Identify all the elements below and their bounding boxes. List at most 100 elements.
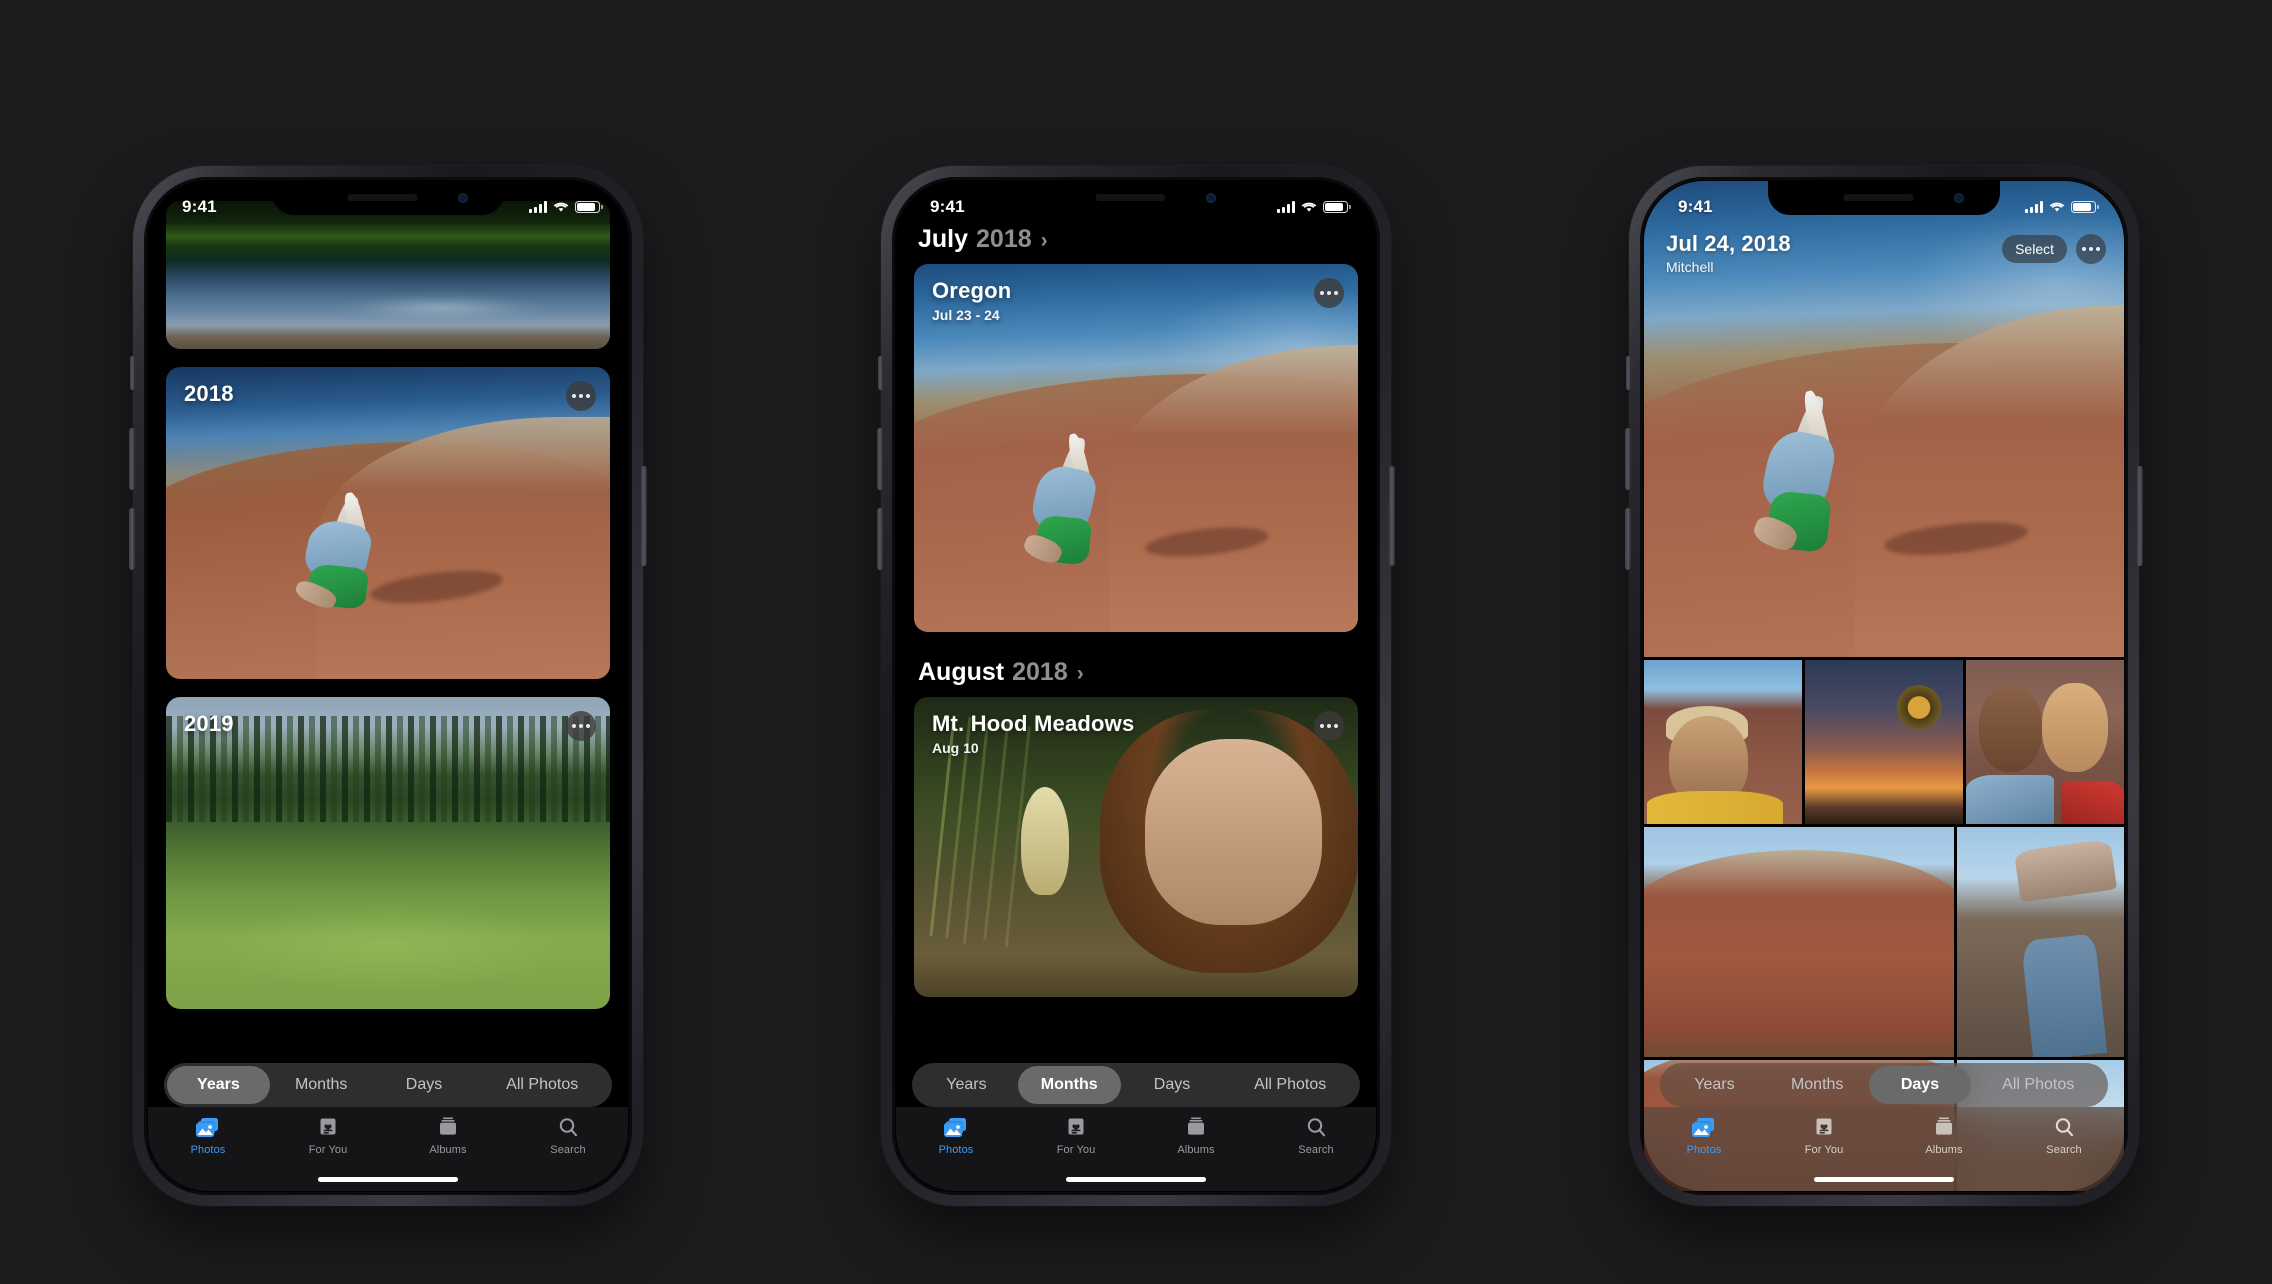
wifi-icon	[1301, 201, 1317, 213]
segment-years[interactable]: Years	[1663, 1066, 1766, 1104]
segment-days[interactable]: Days	[1121, 1066, 1224, 1104]
earpiece-speaker	[1843, 194, 1914, 201]
phone-screen: 2018 2019 Years Months Days All Photos P…	[148, 181, 628, 1191]
segment-all-photos[interactable]: All Photos	[1971, 1066, 2105, 1104]
section-header-august[interactable]: August 2018 ›	[896, 658, 1376, 687]
dot	[1334, 291, 1338, 295]
segmented-control[interactable]: Years Months Days All Photos	[164, 1063, 612, 1107]
year-label: 2019	[184, 711, 234, 736]
front-camera	[1954, 193, 1964, 203]
mountain-peak	[1644, 850, 1954, 1057]
grid-photo[interactable]	[1644, 827, 1954, 1057]
tab-photos[interactable]: Photos	[1644, 1116, 1764, 1156]
dot	[572, 394, 576, 398]
tab-for-you[interactable]: For You	[1016, 1116, 1136, 1156]
grid-photo[interactable]	[1805, 660, 1963, 824]
years-list[interactable]: 2018 2019	[148, 181, 628, 1063]
chevron-right-icon[interactable]: ›	[1077, 662, 1084, 686]
memory-title: Oregon	[932, 278, 1012, 303]
dot	[1320, 724, 1324, 728]
tab-for-you[interactable]: For You	[1764, 1116, 1884, 1156]
person-cartwheel	[1740, 389, 1860, 580]
segment-months[interactable]: Months	[1766, 1066, 1869, 1104]
ellipsis-icon[interactable]	[566, 711, 596, 741]
tab-photos[interactable]: Photos	[896, 1116, 1016, 1156]
home-indicator[interactable]	[1814, 1177, 1954, 1182]
segment-years[interactable]: Years	[167, 1066, 270, 1104]
tab-albums[interactable]: Albums	[1136, 1116, 1256, 1156]
tab-label: For You	[1804, 1144, 1844, 1156]
grid-photo[interactable]	[1644, 660, 1802, 824]
phone-body: 2018 2019 Years Months Days All Photos P…	[144, 177, 632, 1195]
segment-all-photos[interactable]: All Photos	[475, 1066, 609, 1104]
mute-switch[interactable]	[130, 356, 135, 390]
dot	[1334, 724, 1338, 728]
segment-all-photos[interactable]: All Photos	[1223, 1066, 1357, 1104]
volume-up-button[interactable]	[1625, 428, 1631, 490]
dot	[2096, 247, 2100, 251]
dot	[1327, 291, 1331, 295]
volume-down-button[interactable]	[129, 508, 135, 570]
person-cartwheel	[1012, 432, 1119, 588]
notch	[1020, 181, 1252, 215]
months-list[interactable]: July 2018 › Oregon Jul 23 - 24 August 20…	[896, 225, 1376, 1191]
photos-icon	[944, 1118, 966, 1137]
segment-months[interactable]: Months	[1017, 1066, 1121, 1104]
segment-days[interactable]: Days	[1868, 1066, 1972, 1104]
power-button[interactable]	[1389, 466, 1395, 566]
tab-for-you[interactable]: For You	[268, 1116, 388, 1156]
tab-search[interactable]: Search	[1256, 1116, 1376, 1156]
segment-months[interactable]: Months	[270, 1066, 373, 1104]
ellipsis-icon[interactable]	[2076, 234, 2106, 264]
segmented-control[interactable]: Years Months Days All Photos	[1660, 1063, 2108, 1107]
for-you-icon	[1068, 1118, 1084, 1135]
tab-search[interactable]: Search	[508, 1116, 628, 1156]
photo-grid[interactable]	[1644, 181, 2124, 1191]
red-top	[2060, 781, 2124, 824]
tab-label: Photos	[1686, 1144, 1722, 1156]
home-indicator[interactable]	[318, 1177, 458, 1182]
person-cartwheel	[281, 490, 396, 629]
power-button[interactable]	[641, 466, 647, 566]
battery-icon	[1323, 201, 1351, 213]
volume-up-button[interactable]	[129, 428, 135, 490]
status-indicators	[1277, 201, 1351, 213]
section-year: 2018	[976, 225, 1032, 253]
year-card[interactable]	[166, 201, 610, 349]
memory-card-mt-hood[interactable]: Mt. Hood Meadows Aug 10	[914, 697, 1358, 997]
tab-albums[interactable]: Albums	[1884, 1116, 2004, 1156]
year-card[interactable]: 2019	[166, 697, 610, 1009]
page-subtitle: Mitchell	[1666, 259, 1714, 275]
grid-row	[1644, 660, 2124, 824]
grid-photo[interactable]	[1956, 827, 2124, 1057]
tab-albums[interactable]: Albums	[388, 1116, 508, 1156]
power-button[interactable]	[2137, 466, 2143, 566]
albums-icon	[1188, 1117, 1204, 1135]
section-header-july[interactable]: July 2018 ›	[896, 225, 1376, 254]
grid-photo[interactable]	[1966, 660, 2124, 824]
select-button[interactable]: Select	[2002, 235, 2067, 263]
ellipsis-icon[interactable]	[1314, 711, 1344, 741]
tab-search[interactable]: Search	[2004, 1116, 2124, 1156]
for-you-icon	[320, 1118, 336, 1135]
segment-days[interactable]: Days	[373, 1066, 476, 1104]
tab-label: Albums	[429, 1144, 467, 1156]
tab-photos[interactable]: Photos	[148, 1116, 268, 1156]
memory-card-label: Mt. Hood Meadows Aug 10	[932, 711, 1134, 756]
year-card[interactable]: 2018	[166, 367, 610, 679]
section-month: August	[918, 658, 1005, 686]
volume-down-button[interactable]	[1625, 508, 1631, 570]
ellipsis-icon[interactable]	[1314, 278, 1344, 308]
segment-years[interactable]: Years	[915, 1066, 1018, 1104]
volume-down-button[interactable]	[877, 508, 883, 570]
ellipsis-icon[interactable]	[566, 381, 596, 411]
shirt	[1647, 791, 1784, 824]
front-camera	[1206, 193, 1216, 203]
segmented-control[interactable]: Years Months Days All Photos	[912, 1063, 1360, 1107]
volume-up-button[interactable]	[877, 428, 883, 490]
mute-switch[interactable]	[1626, 356, 1631, 390]
memory-card-oregon[interactable]: Oregon Jul 23 - 24	[914, 264, 1358, 632]
mute-switch[interactable]	[878, 356, 883, 390]
home-indicator[interactable]	[1066, 1177, 1206, 1182]
chevron-right-icon[interactable]: ›	[1041, 229, 1048, 253]
